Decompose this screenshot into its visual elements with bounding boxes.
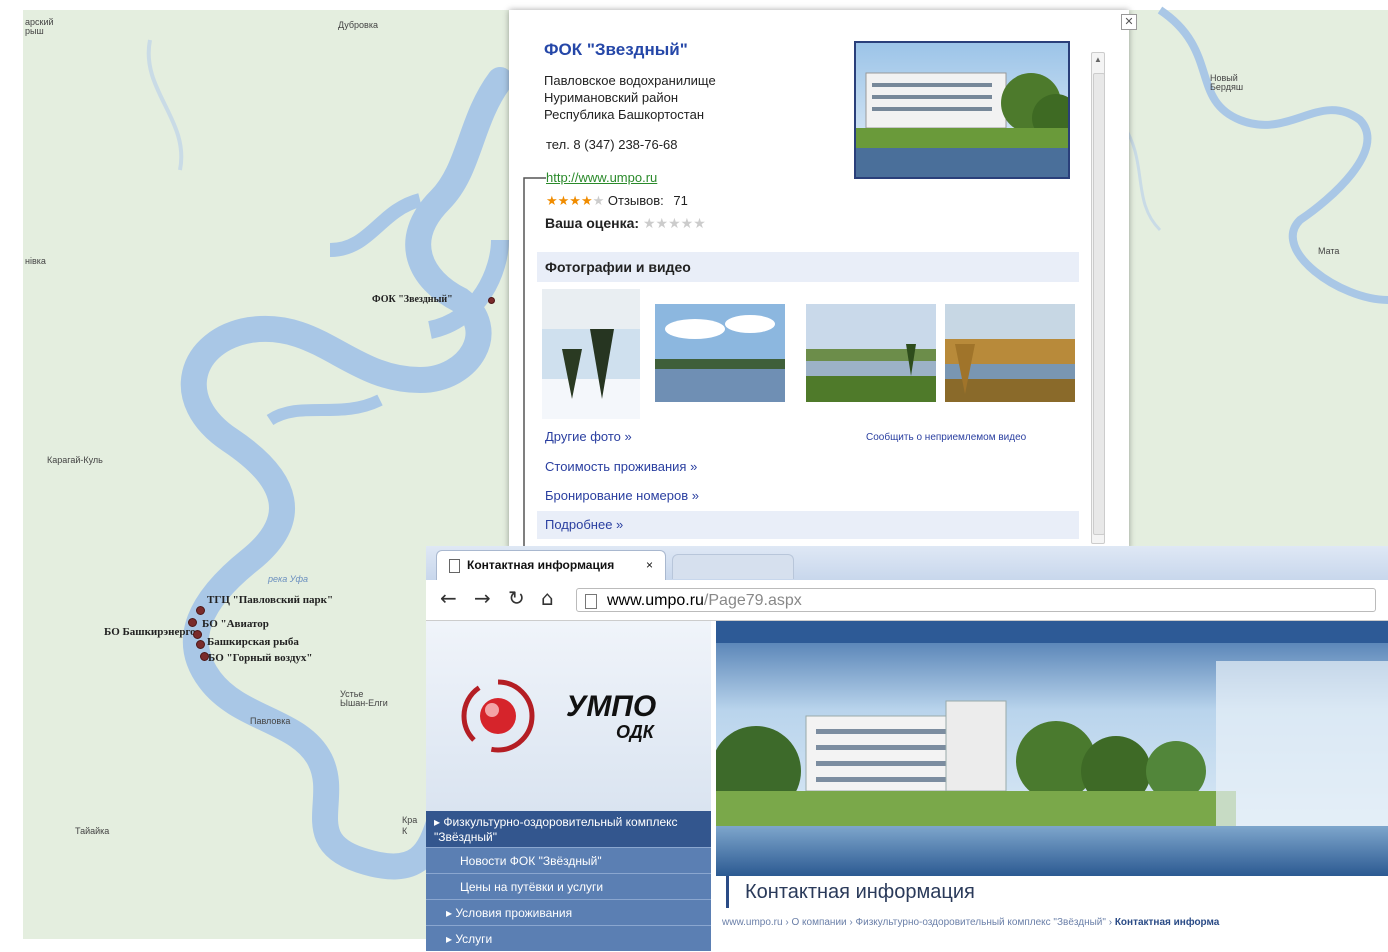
info-phone: тел. 8 (347) 238-76-68 xyxy=(546,137,678,152)
close-icon[interactable]: ✕ xyxy=(1121,14,1137,30)
map-label-top-left: арский рыш xyxy=(25,17,54,36)
menu-item-label: Условия проживания xyxy=(455,906,573,920)
browser-window: Контактная информация × ← → ↻ ⌂ www.umpo… xyxy=(426,546,1388,951)
breadcrumb-path[interactable]: www.umpo.ru › О компании › Физкультурно-… xyxy=(722,917,1112,928)
chevron-right-icon: ▸ xyxy=(446,906,456,920)
map-marker-aviator[interactable] xyxy=(188,618,197,627)
logo-sub-text: ОДК xyxy=(616,722,656,742)
reload-icon[interactable]: ↻ xyxy=(508,586,525,610)
photos-section-header: Фотографии и видео xyxy=(537,252,1079,282)
price-link[interactable]: Стоимость проживания » xyxy=(545,459,697,474)
report-video-link[interactable]: Сообщить о неприемлемом видео xyxy=(866,432,1026,443)
rating-stars: ★★★★★ Отзывов: 71 xyxy=(546,193,688,209)
menu-item-conditions[interactable]: ▸ Условия проживания xyxy=(426,899,711,925)
breadcrumb-current: Контактная информа xyxy=(1114,917,1220,928)
menu-item-label: Услуги xyxy=(455,932,493,946)
tab-contact-info[interactable]: Контактная информация × xyxy=(436,550,666,580)
tab-close-icon[interactable]: × xyxy=(646,551,653,579)
info-scrollbar[interactable]: ▲ xyxy=(1091,52,1105,544)
map-label-novy: Новый Бердяш xyxy=(1210,73,1244,92)
forward-arrow-icon[interactable]: → xyxy=(474,586,491,610)
menu-item-services[interactable]: ▸ Услуги xyxy=(426,925,711,951)
your-rating-label: Ваша оценка: xyxy=(545,215,640,231)
info-title: ФОК "Звездный" xyxy=(544,40,688,59)
map-label-reka: река Уфа xyxy=(268,574,309,584)
photo-thumb[interactable] xyxy=(806,304,936,402)
info-address: Павловское водохранилище Нуримановский р… xyxy=(544,72,716,123)
chevron-right-icon: ▸ xyxy=(446,932,456,946)
more-link[interactable]: Подробнее » xyxy=(537,511,1079,539)
menu-item-news[interactable]: Новости ФОК "Звёздный" xyxy=(426,847,711,873)
map-marker-fok[interactable] xyxy=(488,297,495,304)
umpo-logo[interactable]: УМПО ОДК xyxy=(456,676,696,756)
building-photo[interactable] xyxy=(854,41,1070,179)
map-place-bashk[interactable]: БО Башкирэнерго xyxy=(104,626,196,638)
map-place-gorny[interactable]: БО "Горный воздух" xyxy=(208,652,313,664)
info-url-link[interactable]: http://www.umpo.ru xyxy=(546,170,657,185)
map-label-dubrovka: Дубровка xyxy=(338,20,378,30)
star-empty-icon: ★ xyxy=(592,193,605,208)
chevron-right-icon: ▸ xyxy=(434,815,444,829)
booking-link[interactable]: Бронирование номеров » xyxy=(545,488,699,503)
new-tab-button[interactable] xyxy=(672,554,794,579)
address-line: Нуримановский район xyxy=(544,90,679,105)
site-sidebar: УМПО ОДК ▸ Физкультурно-оздоровительный … xyxy=(426,621,711,951)
map-label-novka: нівка xyxy=(25,256,46,266)
home-icon[interactable]: ⌂ xyxy=(541,586,554,610)
address-path: /Page79.aspx xyxy=(703,592,802,609)
address-host: www.umpo.ru xyxy=(607,592,704,609)
reviews-label[interactable]: Отзывов: xyxy=(608,193,664,208)
photo-thumb[interactable] xyxy=(945,304,1075,402)
map-marker-tgts[interactable] xyxy=(196,606,205,615)
browser-toolbar: ← → ↻ ⌂ www.umpo.ru/Page79.aspx xyxy=(426,580,1388,621)
tab-strip: Контактная информация × xyxy=(426,546,1388,580)
map-place-tgts[interactable]: ТГЦ "Павловский парк" xyxy=(207,594,333,606)
page-icon xyxy=(449,559,460,573)
map-marker-bashk[interactable] xyxy=(193,630,202,639)
logo-main-text: УМПО xyxy=(566,690,656,723)
photo-thumb[interactable] xyxy=(655,304,785,402)
map-label-karagay: Карагай-Куль xyxy=(47,455,103,465)
page-title: Контактная информация xyxy=(726,876,1388,908)
info-window: ✕ ▲ ФОК "Звездный" Павловское водохранил… xyxy=(509,10,1137,550)
address-line: Павловское водохранилище xyxy=(544,73,716,88)
map-label-mata: Мата xyxy=(1318,246,1340,256)
map-marker-ryba[interactable] xyxy=(196,640,205,649)
map-place-ryba[interactable]: Башкирская рыба xyxy=(207,636,299,648)
address-bar[interactable]: www.umpo.ru/Page79.aspx xyxy=(576,588,1376,612)
menu-item-prices[interactable]: Цены на путёвки и услуги xyxy=(426,873,711,899)
back-arrow-icon[interactable]: ← xyxy=(440,586,457,610)
map-label-kr: Кра К xyxy=(402,815,418,836)
map-label-ustie: Устье Ышан-Елги xyxy=(340,689,388,708)
map-label-tanayka: Тайайка xyxy=(75,826,110,836)
breadcrumb: www.umpo.ru › О компании › Физкультурно-… xyxy=(722,917,1219,928)
your-rating: Ваша оценка: ★★★★★ xyxy=(545,215,706,232)
rate-stars-icon[interactable]: ★★★★★ xyxy=(643,215,706,231)
menu-item-label: Физкультурно-оздоровительный комплекс "З… xyxy=(434,815,678,844)
page-icon xyxy=(585,594,597,609)
scroll-up-icon[interactable]: ▲ xyxy=(1094,55,1102,64)
reviews-count: 71 xyxy=(673,193,688,208)
star-icon: ★★★★ xyxy=(546,193,593,208)
scrollbar-thumb[interactable] xyxy=(1093,73,1105,535)
menu-item-active[interactable]: ▸ Физкультурно-оздоровительный комплекс … xyxy=(426,811,711,847)
map-marker-gorny[interactable] xyxy=(200,652,209,661)
map-place-aviator[interactable]: БО "Авиатор xyxy=(202,618,269,630)
site-banner xyxy=(716,621,1388,876)
map-place-fok[interactable]: ФОК "Звездный" xyxy=(372,294,453,305)
address-line: Республика Башкортостан xyxy=(544,107,704,122)
photo-thumb[interactable] xyxy=(542,289,640,419)
map-label-pavlovka: Павловка xyxy=(250,716,291,726)
tab-title: Контактная информация xyxy=(467,558,615,572)
site-content: УМПО ОДК ▸ Физкультурно-оздоровительный … xyxy=(426,621,1388,951)
other-photos-link[interactable]: Другие фото » xyxy=(545,429,632,444)
